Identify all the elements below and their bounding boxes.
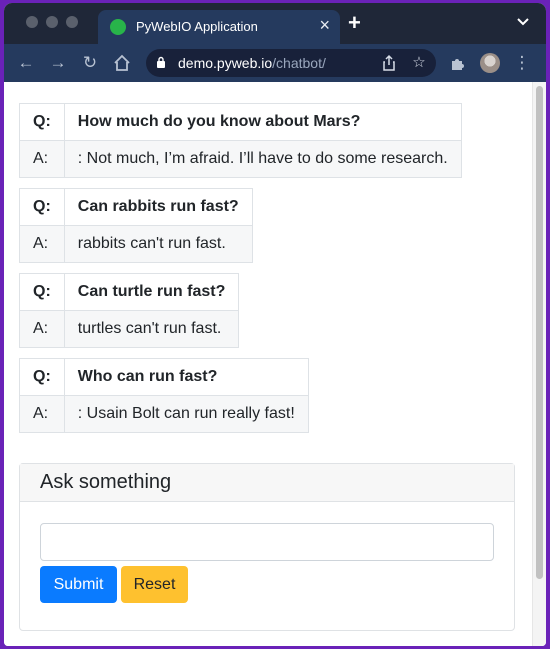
question-text: Can turtle run fast? [63, 273, 240, 311]
question-text: Can rabbits run fast? [63, 188, 253, 226]
qa-table: Q: Can turtle run fast? A: turtles can't… [19, 273, 240, 348]
answer-row: A: rabbits can't run fast. [19, 225, 253, 263]
qa-table: Q: How much do you know about Mars? A: :… [19, 103, 462, 178]
a-label: A: [19, 140, 65, 178]
reload-icon[interactable]: ↻ [80, 53, 100, 73]
a-label: A: [19, 310, 65, 348]
question-row: Q: How much do you know about Mars? [19, 103, 462, 141]
answer-text: turtles can't run fast. [63, 310, 240, 348]
a-label: A: [19, 395, 65, 433]
answer-row: A: turtles can't run fast. [19, 310, 240, 348]
home-icon[interactable] [112, 53, 132, 73]
window-close-dot[interactable] [26, 16, 38, 28]
tab-strip: PyWebIO Application × + [4, 3, 546, 44]
answer-row: A: : Usain Bolt can run really fast! [19, 395, 309, 433]
address-bar[interactable]: demo.pyweb.io/chatbot/ ☆ [146, 49, 436, 77]
forward-icon[interactable]: → [48, 53, 68, 73]
q-label: Q: [19, 273, 65, 311]
window-zoom-dot[interactable] [66, 16, 78, 28]
q-label: Q: [19, 188, 65, 226]
question-text: How much do you know about Mars? [63, 103, 462, 141]
url-path: /chatbot/ [272, 55, 326, 71]
back-icon[interactable]: ← [16, 53, 36, 73]
share-icon[interactable] [380, 54, 398, 72]
ask-form-title: Ask something [20, 464, 514, 502]
answer-text: rabbits can't run fast. [63, 225, 253, 263]
ask-form-card: Ask something Submit Reset [19, 463, 515, 631]
scroll-thumb[interactable] [536, 86, 543, 579]
a-label: A: [19, 225, 65, 263]
scrollbar[interactable] [532, 82, 546, 646]
question-row: Q: Can turtle run fast? [19, 273, 240, 311]
url-domain: demo.pyweb.io [178, 55, 273, 71]
answer-row: A: : Not much, I’m afraid. I’ll have to … [19, 140, 462, 178]
question-input[interactable] [40, 523, 494, 561]
reset-button[interactable]: Reset [121, 566, 188, 603]
submit-button[interactable]: Submit [40, 566, 117, 603]
question-text: Who can run fast? [63, 358, 309, 396]
tab-active[interactable]: PyWebIO Application × [98, 10, 340, 44]
avatar[interactable] [480, 53, 500, 73]
browser-toolbar: ← → ↻ demo.pyweb.io/chatbot/ ☆ ⋮ [4, 44, 546, 82]
answer-text: : Usain Bolt can run really fast! [63, 395, 309, 433]
tab-title: PyWebIO Application [136, 19, 258, 34]
lock-icon [157, 56, 165, 68]
qa-table: Q: Can rabbits run fast? A: rabbits can'… [19, 188, 253, 263]
q-label: Q: [19, 103, 65, 141]
question-row: Q: Who can run fast? [19, 358, 309, 396]
browser-window: PyWebIO Application × + ← → ↻ demo.pyweb… [0, 0, 550, 649]
more-menu-icon[interactable]: ⋮ [512, 53, 532, 73]
new-tab-icon[interactable]: + [348, 12, 361, 34]
qa-table: Q: Who can run fast? A: : Usain Bolt can… [19, 358, 309, 433]
q-label: Q: [19, 358, 65, 396]
question-row: Q: Can rabbits run fast? [19, 188, 253, 226]
chevron-down-icon[interactable] [516, 15, 530, 29]
browser-chrome: PyWebIO Application × + ← → ↻ demo.pyweb… [4, 3, 546, 646]
page-content: Q: How much do you know about Mars? A: :… [4, 82, 546, 646]
bookmark-star-icon[interactable]: ☆ [410, 54, 428, 72]
window-minimize-dot[interactable] [46, 16, 58, 28]
answer-text: : Not much, I’m afraid. I’ll have to do … [63, 140, 462, 178]
extensions-icon[interactable] [448, 53, 468, 73]
close-icon[interactable]: × [319, 16, 330, 34]
favicon-icon [110, 19, 126, 35]
url-text: demo.pyweb.io/chatbot/ [178, 55, 326, 71]
